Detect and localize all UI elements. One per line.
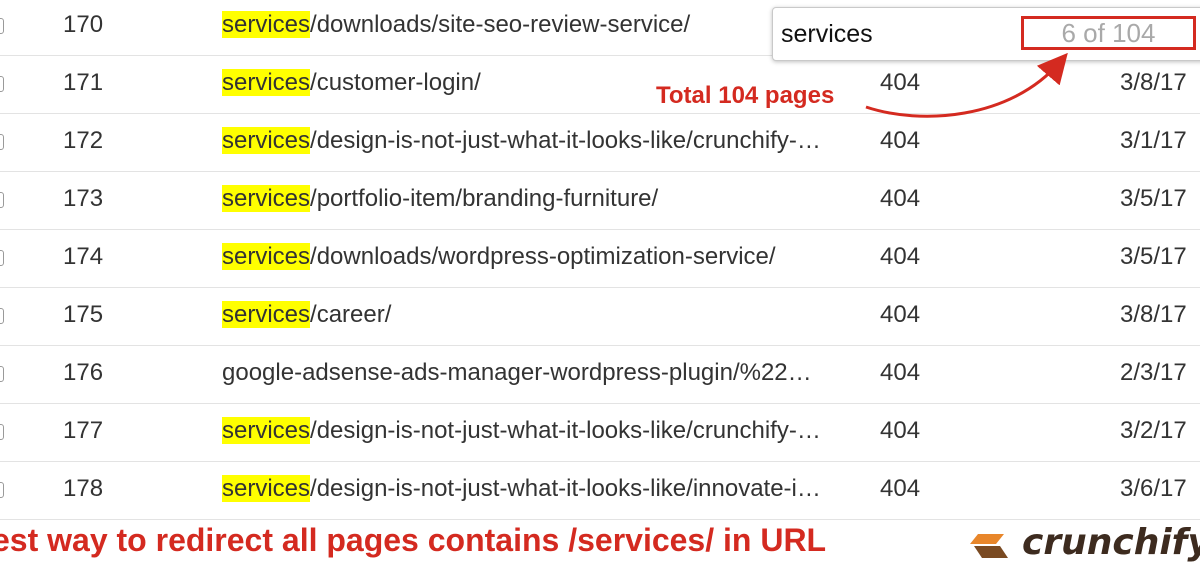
row-number: 175: [63, 301, 104, 328]
caption-text: est way to redirect all pages contains /…: [0, 522, 827, 558]
row-checkbox[interactable]: [0, 134, 4, 150]
row-response-code: 404: [880, 301, 921, 328]
row-response-code: 404: [880, 185, 921, 212]
row-url-path: /design-is-not-just-what-it-looks-like/c…: [310, 417, 821, 444]
search-match-highlight: services: [222, 301, 311, 328]
row-detected-date: 3/2/17: [1120, 417, 1187, 444]
table-row[interactable]: 174 services/downloads/wordpress-optimiza…: [0, 229, 1200, 288]
row-number: 171: [63, 69, 104, 96]
row-url-path: /downloads/wordpress-optimization-servic…: [310, 243, 776, 270]
row-response-code: 404: [880, 475, 921, 502]
row-checkbox[interactable]: [0, 76, 4, 92]
row-detected-date: 3/8/17: [1120, 301, 1187, 328]
brand-name: crunchify.: [1022, 522, 1200, 563]
row-url-path: /downloads/site-seo-review-service/: [310, 11, 691, 38]
row-checkbox[interactable]: [0, 308, 4, 324]
row-url[interactable]: google-adsense-ads-manager-wordpress-plu…: [222, 359, 872, 387]
table-row[interactable]: 178 services/design-is-not-just-what-it-l…: [0, 461, 1200, 520]
row-number: 178: [63, 475, 104, 502]
row-checkbox[interactable]: [0, 18, 4, 34]
match-count: 6 of 104: [1021, 16, 1196, 50]
row-number: 170: [63, 11, 104, 38]
total-pages-annotation: Total 104 pages: [656, 82, 835, 109]
row-response-code: 404: [880, 69, 921, 96]
table-row[interactable]: 172 services/design-is-not-just-what-it-l…: [0, 113, 1200, 172]
row-url[interactable]: services/portfolio-item/branding-furnitu…: [222, 185, 872, 213]
row-detected-date: 3/6/17: [1120, 475, 1187, 502]
crunchify-logo-icon: [970, 534, 1008, 558]
row-detected-date: 3/1/17: [1120, 127, 1187, 154]
row-checkbox[interactable]: [0, 250, 4, 266]
table-row[interactable]: 175 services/career/404 3/8/17: [0, 287, 1200, 346]
row-number: 173: [63, 185, 104, 212]
row-checkbox[interactable]: [0, 482, 4, 498]
search-match-highlight: services: [222, 127, 311, 154]
row-number: 176: [63, 359, 104, 386]
row-checkbox[interactable]: [0, 424, 4, 440]
row-detected-date: 2/3/17: [1120, 359, 1187, 386]
search-match-highlight: services: [222, 69, 311, 96]
find-input[interactable]: [781, 20, 1011, 49]
row-response-code: 404: [880, 359, 921, 386]
table-row[interactable]: 173 services/portfolio-item/branding-furn…: [0, 171, 1200, 230]
row-response-code: 404: [880, 417, 921, 444]
row-url[interactable]: services/downloads/wordpress-optimizatio…: [222, 243, 872, 271]
row-detected-date: 3/5/17: [1120, 243, 1187, 270]
search-match-highlight: services: [222, 243, 311, 270]
row-response-code: 404: [880, 127, 921, 154]
table-row[interactable]: 177 services/design-is-not-just-what-it-l…: [0, 403, 1200, 462]
search-match-highlight: services: [222, 11, 311, 38]
row-checkbox[interactable]: [0, 366, 4, 382]
row-detected-date: 3/8/17: [1120, 69, 1187, 96]
search-match-highlight: services: [222, 185, 311, 212]
row-url-path: /design-is-not-just-what-it-looks-like/i…: [310, 475, 821, 502]
row-url-path: google-adsense-ads-manager-wordpress-plu…: [222, 359, 812, 386]
row-url[interactable]: services/design-is-not-just-what-it-look…: [222, 417, 872, 445]
search-match-highlight: services: [222, 475, 311, 502]
row-url-path: /customer-login/: [310, 69, 481, 96]
brand-name-text: crunchify: [1022, 522, 1200, 563]
row-number: 177: [63, 417, 104, 444]
row-number: 174: [63, 243, 104, 270]
row-url[interactable]: services/career/: [222, 301, 872, 329]
row-url-path: /design-is-not-just-what-it-looks-like/c…: [310, 127, 821, 154]
row-checkbox[interactable]: [0, 192, 4, 208]
table-row[interactable]: 176 google-adsense-ads-manager-wordpress-…: [0, 345, 1200, 404]
row-url[interactable]: services/design-is-not-just-what-it-look…: [222, 127, 872, 155]
row-number: 172: [63, 127, 104, 154]
table-row[interactable]: 171 services/customer-login/404 3/8/17: [0, 55, 1200, 114]
row-detected-date: 3/5/17: [1120, 185, 1187, 212]
row-response-code: 404: [880, 243, 921, 270]
search-match-highlight: services: [222, 417, 311, 444]
row-url[interactable]: services/design-is-not-just-what-it-look…: [222, 475, 872, 503]
row-url-path: /portfolio-item/branding-furniture/: [310, 185, 659, 212]
find-in-page-bar: 6 of 104: [772, 7, 1200, 61]
row-url-path: /career/: [310, 301, 392, 328]
